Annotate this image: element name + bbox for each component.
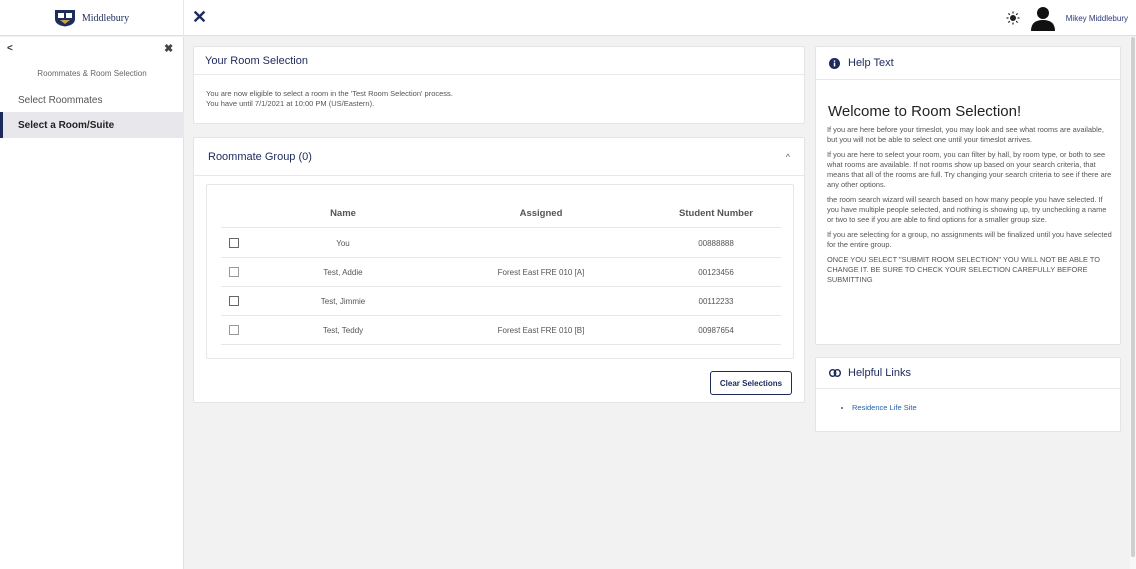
roommate-table: Name Assigned Student Number You 0088888… <box>206 184 794 359</box>
help-text-card: Help Text Welcome to Room Selection! If … <box>815 46 1121 345</box>
helpful-links-header: Helpful Links <box>816 358 1120 389</box>
sidebar-item-select-room-suite[interactable]: Select a Room/Suite <box>0 112 184 138</box>
row-assigned: Forest East FRE 010 [B] <box>497 326 585 335</box>
clear-selections-button[interactable]: Clear Selections <box>710 371 792 395</box>
scrollbar-thumb[interactable] <box>1131 37 1135 557</box>
table-row: Test, Teddy Forest East FRE 010 [B] 0098… <box>221 316 781 345</box>
deadline-text: You have until 7/1/2021 at 10:00 PM (US/… <box>206 99 375 108</box>
roommate-group-card: Roommate Group (0) ^ Name Assigned Stude… <box>193 137 805 403</box>
helpful-links-card: Helpful Links Residence Life Site <box>815 357 1121 432</box>
row-student-number: 00987654 <box>698 326 734 335</box>
info-icon <box>829 57 840 69</box>
table-header-row: Name Assigned Student Number <box>221 199 781 228</box>
row-assigned <box>446 229 636 258</box>
room-selection-body: You are now eligible to select a room in… <box>194 75 804 123</box>
row-student-number: 00112233 <box>698 297 734 306</box>
row-checkbox[interactable] <box>229 238 239 248</box>
logo[interactable]: Middlebury <box>0 0 184 36</box>
user-area: Mikey Middlebury <box>1006 4 1128 32</box>
page-scrollbar[interactable] <box>1130 37 1136 569</box>
column-header-name: Name <box>330 208 356 219</box>
welcome-heading: Welcome to Room Selection! <box>828 103 1022 120</box>
close-icon[interactable]: ✕ <box>192 8 207 26</box>
user-avatar-icon[interactable] <box>1030 5 1056 31</box>
row-student-number: 00888888 <box>698 239 734 248</box>
help-paragraph: ONCE YOU SELECT "SUBMIT ROOM SELECTION" … <box>827 255 1101 284</box>
help-text-title: Help Text <box>848 57 894 69</box>
eligibility-text: You are now eligible to select a room in… <box>206 89 453 98</box>
links-list: Residence Life Site <box>852 403 917 412</box>
column-header-student-number: Student Number <box>679 208 753 219</box>
user-name[interactable]: Mikey Middlebury <box>1066 14 1128 23</box>
link-residence-life-site[interactable]: Residence Life Site <box>852 403 917 412</box>
row-assigned <box>446 287 636 316</box>
room-selection-title: Your Room Selection <box>194 47 804 75</box>
link-icon <box>829 369 841 377</box>
row-name: Test, Addie <box>323 268 363 277</box>
row-assigned: Forest East FRE 010 [A] <box>497 268 585 277</box>
row-checkbox[interactable] <box>229 296 239 306</box>
help-paragraph: If you are here before your timeslot, yo… <box>827 125 1104 144</box>
helpful-links-title: Helpful Links <box>848 367 911 379</box>
roommate-group-title: Roommate Group (0) <box>194 138 804 176</box>
sidebar-title: Roommates & Room Selection <box>37 69 147 78</box>
sun-icon[interactable] <box>1006 11 1020 25</box>
row-name: Test, Jimmie <box>320 297 366 306</box>
help-paragraph: If you are here to select your room, you… <box>827 150 1112 189</box>
table-row: Test, Addie Forest East FRE 010 [A] 0012… <box>221 258 781 287</box>
help-paragraph: If you are selecting for a group, no ass… <box>827 230 1112 249</box>
room-selection-card: Your Room Selection You are now eligible… <box>193 46 805 124</box>
row-name: Test, Teddy <box>322 326 364 335</box>
table-row: You 00888888 <box>221 229 781 258</box>
row-checkbox[interactable] <box>229 325 239 335</box>
row-student-number: 00123456 <box>698 268 734 277</box>
top-bar: Middlebury ✕ Mikey Middlebury <box>0 0 1136 36</box>
column-header-assigned: Assigned <box>519 208 563 219</box>
help-paragraph: the room search wizard will search based… <box>827 195 1107 224</box>
row-name: You <box>336 239 350 248</box>
chevron-left-icon[interactable]: < <box>7 43 13 54</box>
row-checkbox[interactable] <box>229 267 239 277</box>
table-row: Test, Jimmie 00112233 <box>221 287 781 316</box>
help-paragraphs: If you are here before your timeslot, yo… <box>827 125 1114 290</box>
logo-text: Middlebury <box>81 12 130 24</box>
middlebury-shield-icon <box>54 10 75 27</box>
sidebar-close-icon[interactable]: ✖ <box>164 42 173 55</box>
sidebar: < ✖ Roommates & Room Selection Select Ro… <box>0 37 184 569</box>
help-text-header: Help Text <box>816 47 1120 80</box>
sidebar-item-select-roommates[interactable]: Select Roommates <box>0 87 184 113</box>
chevron-up-icon[interactable]: ^ <box>786 152 790 162</box>
